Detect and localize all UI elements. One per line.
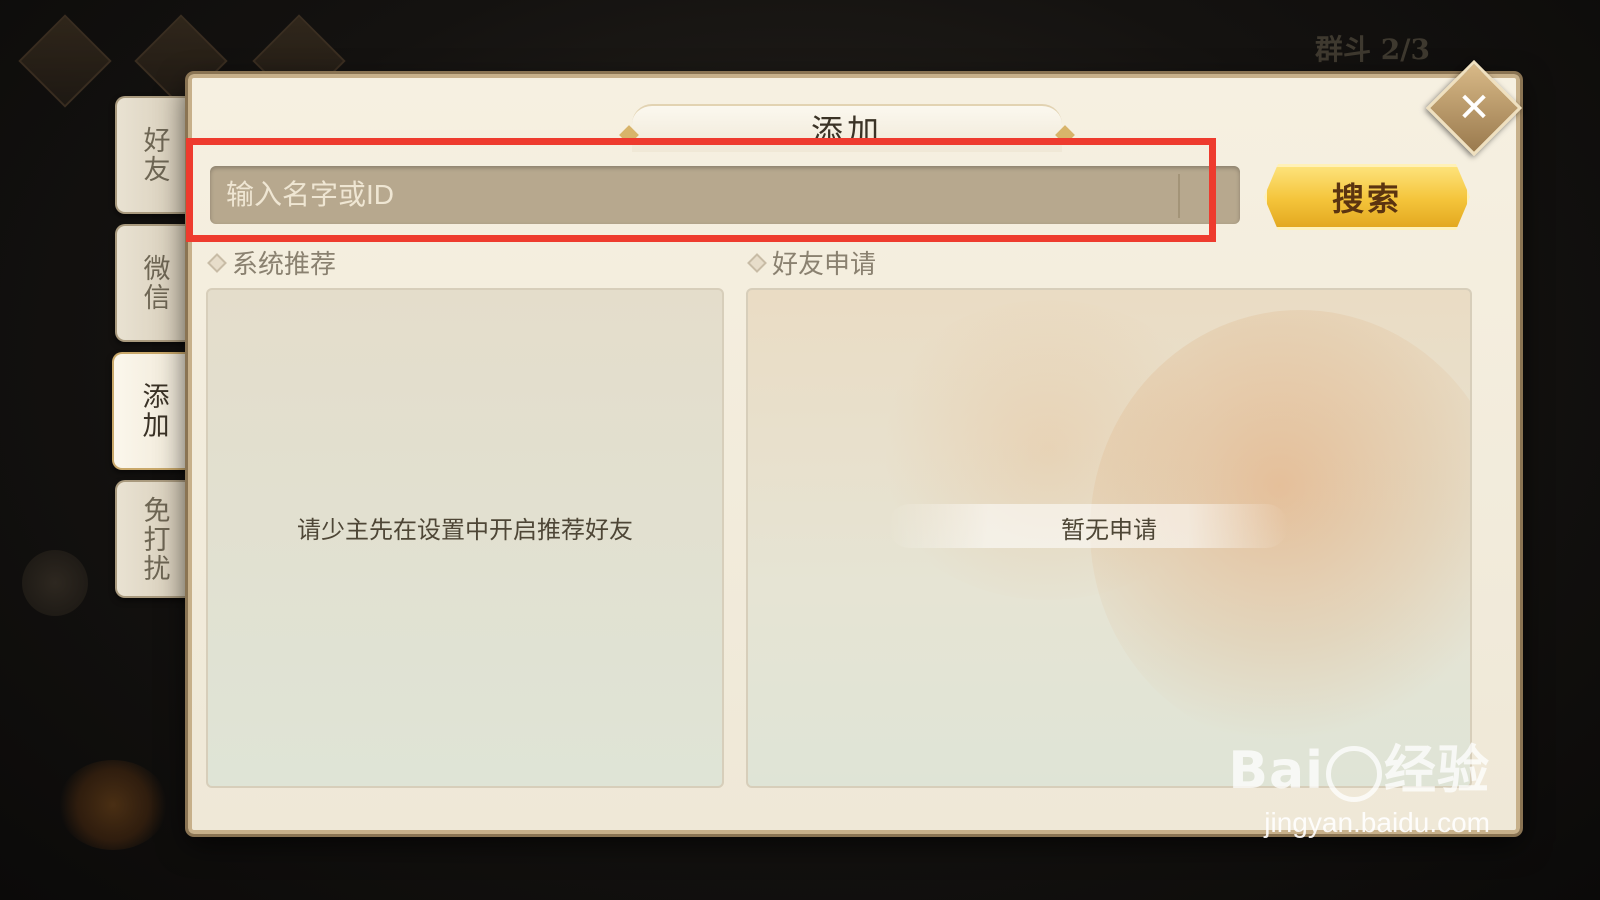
tab-do-not-disturb[interactable]: 免打扰: [115, 480, 191, 598]
recommend-list[interactable]: 请少主先在设置中开启推荐好友: [206, 288, 724, 788]
bg-decor-icon: [18, 14, 112, 108]
tab-label: 好友: [138, 126, 170, 184]
diamond-deco-icon: [1055, 125, 1075, 145]
baidu-watermark: Bai 经验 jingyan.baidu.com: [1228, 728, 1490, 839]
requests-header: 好友申请: [747, 244, 877, 281]
tab-label: 添加: [137, 382, 169, 440]
add-friend-panel: 添加 搜索 系统推荐 好友申请 请少主先在设置中开启推荐好友 暂无申请: [186, 74, 1520, 834]
tab-label: 免打扰: [138, 495, 170, 583]
watermark-logo-left: Bai: [1228, 741, 1324, 801]
panel-title: 添加: [810, 112, 883, 150]
recommend-header: 系统推荐: [207, 244, 337, 281]
tab-label: 微信: [138, 254, 170, 312]
tab-friends[interactable]: 好友: [115, 96, 191, 214]
diamond-deco-icon: [619, 125, 639, 145]
diamond-bullet-icon: [747, 252, 767, 273]
close-icon: ✕: [1457, 85, 1491, 131]
requests-header-label: 好友申请: [772, 249, 877, 279]
search-input[interactable]: [210, 166, 1240, 224]
recommend-empty-message: 请少主先在设置中开启推荐好友: [297, 517, 633, 544]
title-plate: 添加: [619, 104, 1075, 152]
bg-flower-decor: [58, 760, 168, 850]
requests-empty-message: 暂无申请: [1061, 517, 1157, 544]
watermark-logo-right: 经验: [1383, 741, 1490, 801]
watermark-url: jingyan.baidu.com: [1264, 807, 1490, 838]
bg-avatar-icon: [22, 550, 88, 616]
paw-icon: [1325, 746, 1382, 802]
watermark-logo: Bai 经验: [1228, 728, 1490, 803]
diamond-bullet-icon: [207, 252, 227, 273]
input-divider: [1178, 174, 1180, 218]
character-art: [868, 300, 1228, 600]
tab-wechat[interactable]: 微信: [115, 224, 191, 342]
tab-add[interactable]: 添加: [112, 352, 192, 470]
search-button[interactable]: 搜索: [1264, 164, 1470, 230]
requests-list[interactable]: 暂无申请: [746, 288, 1472, 788]
recommend-header-label: 系统推荐: [232, 249, 337, 279]
background-status-text: 群斗 2/3: [1315, 33, 1430, 66]
